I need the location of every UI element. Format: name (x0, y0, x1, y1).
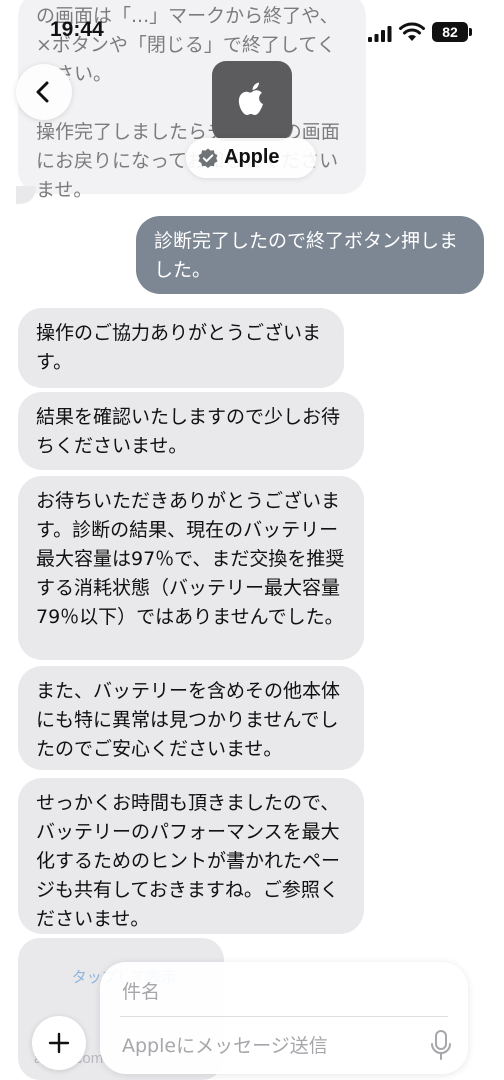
message-bubble-outgoing: 診断完了したので終了ボタン押しました。 (136, 216, 484, 294)
apple-logo-icon (238, 82, 263, 115)
plus-icon (48, 1032, 70, 1054)
contact-name: Apple (224, 146, 280, 168)
cellular-signal-icon (368, 26, 392, 42)
battery-indicator: 82 (432, 22, 468, 42)
composer-divider (120, 1016, 448, 1017)
message-bubble-incoming: 結果を確認いたしますので少しお待ちくださいませ。 (18, 392, 364, 470)
subject-input[interactable] (120, 974, 454, 1010)
message-bubble-incoming: 操作のご協力ありがとうございます。 (18, 308, 344, 388)
verified-badge-icon (198, 148, 218, 168)
battery-nub (469, 28, 472, 36)
add-attachment-button[interactable] (32, 1016, 86, 1070)
message-bubble-incoming: お待ちいただきありがとうございます。診断の結果、現在のバッテリー最大容量は97％… (18, 476, 364, 660)
chevron-left-icon (36, 81, 49, 103)
message-bubble-incoming: せっかくお時間も頂きましたので、バッテリーのパフォーマンスを最大化するためのヒン… (18, 778, 364, 934)
bubble-tail (16, 186, 36, 204)
message-composer (100, 962, 468, 1074)
message-input[interactable] (120, 1026, 424, 1066)
contact-avatar[interactable] (212, 61, 292, 141)
wifi-icon (399, 22, 425, 41)
microphone-icon[interactable] (430, 1030, 452, 1060)
chat-screen: の画面は「...」マークから終了や、×ボタンや「閉じる」で終了してください。 操… (0, 0, 504, 1080)
back-button[interactable] (16, 64, 72, 120)
contact-name-pill[interactable]: Apple (186, 138, 316, 178)
message-bubble-incoming: また、バッテリーを含めその他本体にも特に異常は見つかりませんでしたのでご安心くだ… (18, 666, 364, 770)
status-bar: 19:44 82 (0, 0, 504, 64)
status-time: 19:44 (50, 18, 104, 41)
